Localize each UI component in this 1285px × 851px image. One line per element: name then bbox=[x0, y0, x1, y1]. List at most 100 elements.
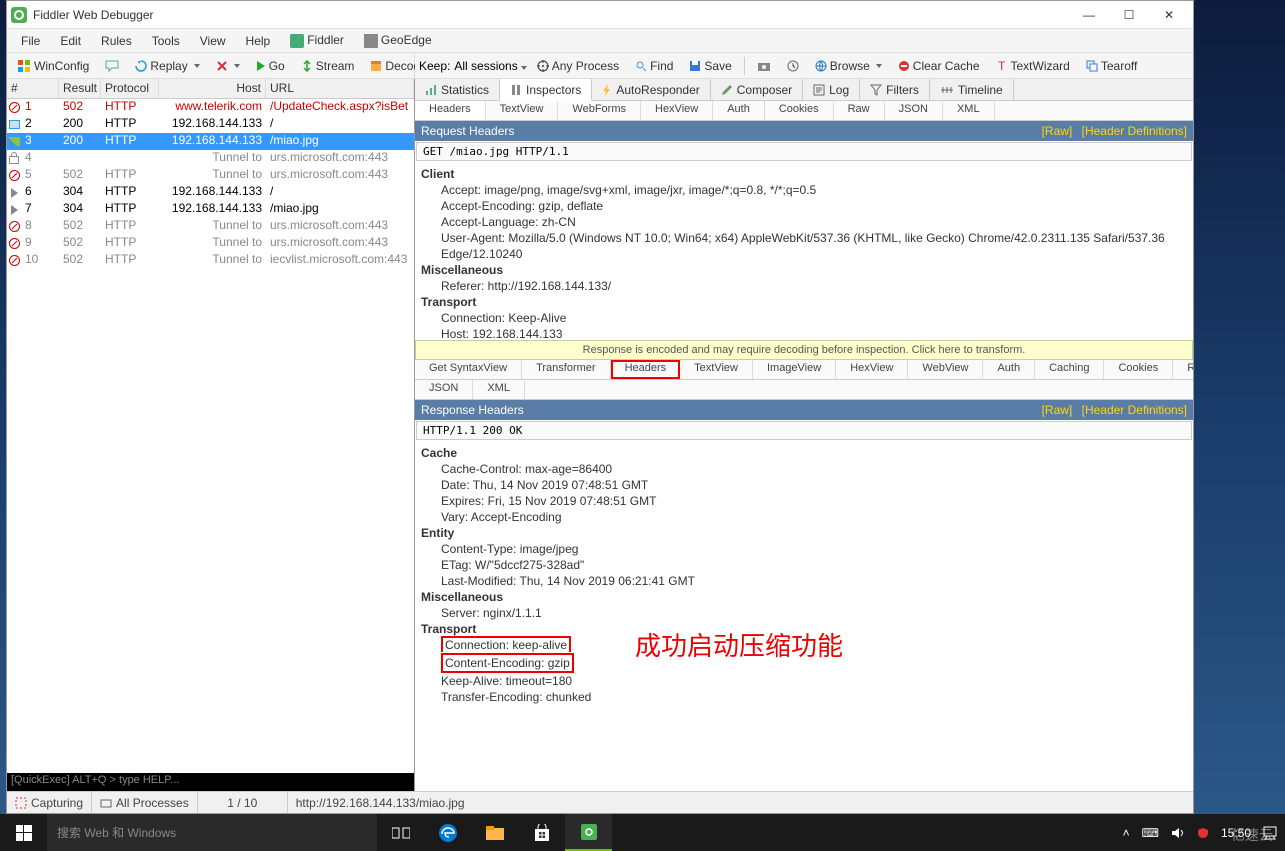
tearoff-button[interactable]: Tearoff bbox=[1080, 57, 1143, 75]
header-item[interactable]: Keep-Alive: timeout=180 bbox=[421, 673, 1187, 689]
winconfig-button[interactable]: WinConfig bbox=[11, 57, 95, 75]
header-item[interactable]: Host: 192.168.144.133 bbox=[421, 326, 1187, 340]
col-result[interactable]: Result bbox=[59, 79, 101, 98]
replay-button[interactable]: Replay bbox=[129, 57, 205, 75]
tray-chevron-icon[interactable]: ˄ bbox=[1123, 826, 1130, 840]
session-row[interactable]: 10 502 HTTP Tunnel to iecvlist.microsoft… bbox=[7, 252, 414, 269]
go-button[interactable]: Go bbox=[250, 57, 291, 75]
response-tab-raw[interactable]: Raw bbox=[1173, 360, 1193, 379]
tab-log[interactable]: Log bbox=[803, 79, 860, 100]
clear-cache-button[interactable]: Clear Cache bbox=[892, 57, 986, 75]
camera-button[interactable] bbox=[751, 58, 777, 74]
store-button[interactable] bbox=[518, 814, 565, 851]
header-item[interactable]: Cache-Control: max-age=86400 bbox=[421, 461, 1187, 477]
header-definitions-link[interactable]: [Header Definitions] bbox=[1082, 124, 1187, 138]
header-item[interactable]: Accept-Language: zh-CN bbox=[421, 214, 1187, 230]
tab-autoresponder[interactable]: AutoResponder bbox=[592, 79, 710, 100]
transform-bar[interactable]: Response is encoded and may require deco… bbox=[415, 340, 1193, 360]
menu-edit[interactable]: Edit bbox=[50, 31, 91, 51]
request-tab-cookies[interactable]: Cookies bbox=[765, 101, 834, 120]
response-tab-json[interactable]: JSON bbox=[415, 380, 473, 399]
tab-filters[interactable]: Filters bbox=[860, 79, 930, 100]
response-tab-imageview[interactable]: ImageView bbox=[753, 360, 836, 379]
keep-dropdown[interactable]: All sessions bbox=[454, 59, 526, 73]
browse-button[interactable]: Browse bbox=[809, 57, 888, 75]
tray-volume-icon[interactable] bbox=[1171, 827, 1185, 839]
session-row[interactable]: 2 200 HTTP 192.168.144.133 / bbox=[7, 116, 414, 133]
menu-file[interactable]: File bbox=[11, 31, 50, 51]
tray-keyboard-icon[interactable]: ⌨ bbox=[1142, 826, 1159, 840]
raw-link[interactable]: [Raw] bbox=[1042, 403, 1073, 417]
tab-statistics[interactable]: Statistics bbox=[415, 79, 500, 100]
header-group[interactable]: Transport bbox=[421, 294, 1187, 310]
session-row[interactable]: 3 200 HTTP 192.168.144.133 /miao.jpg bbox=[7, 133, 414, 150]
save-button[interactable]: Save bbox=[683, 57, 737, 75]
header-item[interactable]: ETag: W/"5dccf275-328ad" bbox=[421, 557, 1187, 573]
header-definitions-link[interactable]: [Header Definitions] bbox=[1082, 403, 1187, 417]
header-item[interactable]: Accept: image/png, image/svg+xml, image/… bbox=[421, 182, 1187, 198]
maximize-button[interactable]: ☐ bbox=[1109, 3, 1149, 27]
remove-button[interactable] bbox=[210, 58, 246, 74]
menu-tools[interactable]: Tools bbox=[142, 31, 190, 51]
response-tab-xml[interactable]: XML bbox=[473, 380, 525, 399]
edge-button[interactable] bbox=[424, 814, 471, 851]
menu-rules[interactable]: Rules bbox=[91, 31, 142, 51]
header-item[interactable]: Accept-Encoding: gzip, deflate bbox=[421, 198, 1187, 214]
request-tab-webforms[interactable]: WebForms bbox=[558, 101, 641, 120]
fiddler-task-button[interactable] bbox=[565, 814, 612, 851]
response-tab-cookies[interactable]: Cookies bbox=[1104, 360, 1173, 379]
header-group[interactable]: Cache bbox=[421, 445, 1187, 461]
tab-composer[interactable]: Composer bbox=[711, 79, 803, 100]
col-url[interactable]: URL bbox=[266, 79, 414, 98]
header-item[interactable]: Expires: Fri, 15 Nov 2019 07:48:51 GMT bbox=[421, 493, 1187, 509]
explorer-button[interactable] bbox=[471, 814, 518, 851]
menu-fiddler[interactable]: Fiddler bbox=[280, 30, 354, 51]
session-row[interactable]: 7 304 HTTP 192.168.144.133 /miao.jpg bbox=[7, 201, 414, 218]
header-item[interactable]: User-Agent: Mozilla/5.0 (Windows NT 10.0… bbox=[421, 230, 1187, 262]
response-tab-get-syntaxview[interactable]: Get SyntaxView bbox=[415, 360, 522, 379]
request-headers-tree[interactable]: ClientAccept: image/png, image/svg+xml, … bbox=[415, 162, 1193, 340]
capturing-indicator[interactable]: Capturing bbox=[7, 792, 92, 813]
header-group[interactable]: Miscellaneous bbox=[421, 589, 1187, 605]
menu-view[interactable]: View bbox=[190, 31, 236, 51]
task-view-button[interactable] bbox=[377, 814, 424, 851]
session-row[interactable]: 9 502 HTTP Tunnel to urs.microsoft.com:4… bbox=[7, 235, 414, 252]
header-item[interactable]: Date: Thu, 14 Nov 2019 07:48:51 GMT bbox=[421, 477, 1187, 493]
close-button[interactable]: ✕ bbox=[1149, 3, 1189, 27]
session-row[interactable]: 8 502 HTTP Tunnel to urs.microsoft.com:4… bbox=[7, 218, 414, 235]
response-tab-hexview[interactable]: HexView bbox=[836, 360, 908, 379]
response-headers-tree[interactable]: CacheCache-Control: max-age=86400Date: T… bbox=[415, 441, 1193, 791]
header-item[interactable]: Server: nginx/1.1.1 bbox=[421, 605, 1187, 621]
header-item[interactable]: Last-Modified: Thu, 14 Nov 2019 06:21:41… bbox=[421, 573, 1187, 589]
response-tab-auth[interactable]: Auth bbox=[983, 360, 1035, 379]
header-item[interactable]: Referer: http://192.168.144.133/ bbox=[421, 278, 1187, 294]
raw-link[interactable]: [Raw] bbox=[1042, 124, 1073, 138]
header-item[interactable]: Content-Type: image/jpeg bbox=[421, 541, 1187, 557]
header-item[interactable]: Transfer-Encoding: chunked bbox=[421, 689, 1187, 705]
header-group[interactable]: Client bbox=[421, 166, 1187, 182]
any-process-button[interactable]: Any Process bbox=[531, 57, 625, 75]
request-tab-xml[interactable]: XML bbox=[943, 101, 995, 120]
col-host[interactable]: Host bbox=[159, 79, 266, 98]
tray-shield-icon[interactable] bbox=[1197, 827, 1209, 839]
stream-button[interactable]: Stream bbox=[295, 57, 361, 75]
session-row[interactable]: 6 304 HTTP 192.168.144.133 / bbox=[7, 184, 414, 201]
col-num[interactable]: # bbox=[7, 79, 59, 98]
find-button[interactable]: Find bbox=[629, 57, 679, 75]
response-tab-transformer[interactable]: Transformer bbox=[522, 360, 611, 379]
request-tab-headers[interactable]: Headers bbox=[415, 101, 486, 120]
tab-inspectors[interactable]: Inspectors bbox=[500, 79, 592, 101]
start-button[interactable] bbox=[0, 814, 47, 851]
response-tab-webview[interactable]: WebView bbox=[908, 360, 983, 379]
header-group[interactable]: Miscellaneous bbox=[421, 262, 1187, 278]
response-tab-textview[interactable]: TextView bbox=[680, 360, 753, 379]
request-tab-textview[interactable]: TextView bbox=[486, 101, 559, 120]
request-tab-json[interactable]: JSON bbox=[885, 101, 943, 120]
processes-indicator[interactable]: All Processes bbox=[92, 792, 198, 813]
quickexec[interactable]: [QuickExec] ALT+Q > type HELP... bbox=[7, 773, 414, 791]
response-tab-headers[interactable]: Headers bbox=[611, 360, 681, 379]
response-tab-caching[interactable]: Caching bbox=[1035, 360, 1104, 379]
request-tab-raw[interactable]: Raw bbox=[834, 101, 885, 120]
timer-button[interactable] bbox=[781, 58, 805, 74]
col-protocol[interactable]: Protocol bbox=[101, 79, 159, 98]
